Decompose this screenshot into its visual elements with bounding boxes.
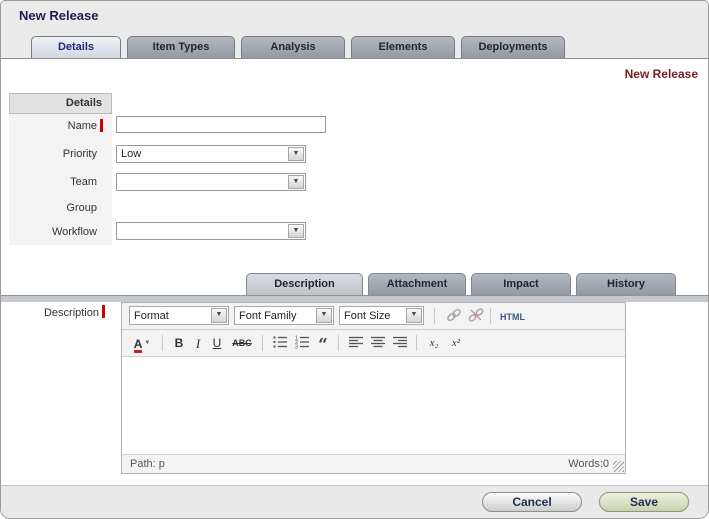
field-label-panel xyxy=(9,93,112,245)
tab-analysis[interactable]: Analysis xyxy=(241,36,345,58)
italic-button[interactable]: I xyxy=(190,334,206,353)
editor-status-bar: Path: p Words:0 xyxy=(122,454,625,473)
bullet-list-icon xyxy=(272,334,288,350)
unlink-icon xyxy=(468,307,484,323)
font-family-select[interactable]: Font Family ▼ xyxy=(234,306,334,325)
name-input[interactable] xyxy=(116,116,326,133)
underline-button[interactable]: U xyxy=(208,334,226,353)
align-left-icon xyxy=(348,334,364,350)
superscript-button[interactable]: x² xyxy=(446,334,466,353)
align-center-icon xyxy=(370,334,386,350)
footer-bar: Cancel Save xyxy=(1,485,708,518)
name-label: Name xyxy=(9,120,97,132)
window-header: New Release Details Item Types Analysis … xyxy=(1,1,708,59)
form-title: New Release xyxy=(625,67,698,81)
path-status: Path: p xyxy=(130,458,165,470)
priority-label: Priority xyxy=(9,148,97,160)
toolbar-separator xyxy=(262,335,263,351)
font-family-value: Font Family xyxy=(239,310,296,322)
chevron-down-icon[interactable]: ▼ xyxy=(211,308,227,323)
required-marker-name xyxy=(100,119,103,132)
html-source-button[interactable]: HTML xyxy=(500,312,525,322)
font-color-button[interactable]: A▼ xyxy=(128,334,156,353)
tab-description[interactable]: Description xyxy=(246,273,363,295)
editor-toolbar-row-2: A▼ B I U ABC 123 “ xyxy=(122,330,625,357)
numbered-list-button[interactable]: 123 xyxy=(292,334,312,353)
workflow-label: Workflow xyxy=(9,226,97,238)
tab-item-types[interactable]: Item Types xyxy=(127,36,235,58)
cancel-button[interactable]: Cancel xyxy=(482,492,582,512)
tab-elements[interactable]: Elements xyxy=(351,36,455,58)
editor-content[interactable] xyxy=(122,357,625,454)
sub-tab-band xyxy=(1,295,708,302)
font-color-a-icon: A xyxy=(134,338,143,353)
remove-link-button[interactable] xyxy=(466,307,486,326)
priority-select[interactable]: Low ▼ xyxy=(116,145,306,163)
tab-deployments[interactable]: Deployments xyxy=(461,36,565,58)
align-right-button[interactable] xyxy=(390,334,410,353)
team-label: Team xyxy=(9,176,97,188)
align-center-button[interactable] xyxy=(368,334,388,353)
link-icon xyxy=(446,307,462,323)
details-section-header: Details xyxy=(9,93,112,114)
editor-toolbar-row-1: Format ▼ Font Family ▼ Font Size ▼ HTML xyxy=(122,303,625,330)
team-select[interactable]: ▼ xyxy=(116,173,306,191)
save-button[interactable]: Save xyxy=(599,492,689,512)
blockquote-button[interactable]: “ xyxy=(314,334,332,353)
workflow-select[interactable]: ▼ xyxy=(116,222,306,240)
toolbar-separator xyxy=(338,335,339,351)
chevron-down-icon[interactable]: ▼ xyxy=(316,308,332,323)
strikethrough-button[interactable]: ABC xyxy=(228,334,256,353)
insert-link-button[interactable] xyxy=(444,307,464,326)
toolbar-separator xyxy=(434,308,435,324)
subscript-button[interactable]: x₂ xyxy=(424,334,444,353)
chevron-down-icon[interactable]: ▼ xyxy=(288,147,304,161)
toolbar-separator xyxy=(490,308,491,324)
chevron-down-icon[interactable]: ▼ xyxy=(406,308,422,323)
tab-history[interactable]: History xyxy=(576,273,676,295)
description-label: Description xyxy=(9,307,99,319)
toolbar-separator xyxy=(416,335,417,351)
tab-details[interactable]: Details xyxy=(31,36,121,58)
priority-value: Low xyxy=(121,148,141,160)
align-right-icon xyxy=(392,334,408,350)
required-marker-description xyxy=(102,305,105,318)
toolbar-separator xyxy=(162,335,163,351)
format-select[interactable]: Format ▼ xyxy=(129,306,229,325)
group-label: Group xyxy=(9,202,97,214)
numbered-list-icon: 123 xyxy=(294,334,310,350)
align-left-button[interactable] xyxy=(346,334,366,353)
tab-attachment[interactable]: Attachment xyxy=(368,273,466,295)
font-size-select[interactable]: Font Size ▼ xyxy=(339,306,424,325)
new-release-window: New Release Details Item Types Analysis … xyxy=(0,0,709,519)
font-size-value: Font Size xyxy=(344,310,390,322)
bold-button[interactable]: B xyxy=(170,334,188,353)
chevron-down-icon: ▼ xyxy=(144,340,150,346)
bullet-list-button[interactable] xyxy=(270,334,290,353)
resize-grip[interactable] xyxy=(613,461,624,472)
chevron-down-icon[interactable]: ▼ xyxy=(288,224,304,238)
page-title: New Release xyxy=(19,8,99,23)
format-value: Format xyxy=(134,310,169,322)
tab-impact[interactable]: Impact xyxy=(471,273,571,295)
word-count: Words:0 xyxy=(568,458,609,470)
rich-text-editor: Format ▼ Font Family ▼ Font Size ▼ HTML xyxy=(121,302,626,474)
svg-text:3: 3 xyxy=(295,345,298,351)
chevron-down-icon[interactable]: ▼ xyxy=(288,175,304,189)
